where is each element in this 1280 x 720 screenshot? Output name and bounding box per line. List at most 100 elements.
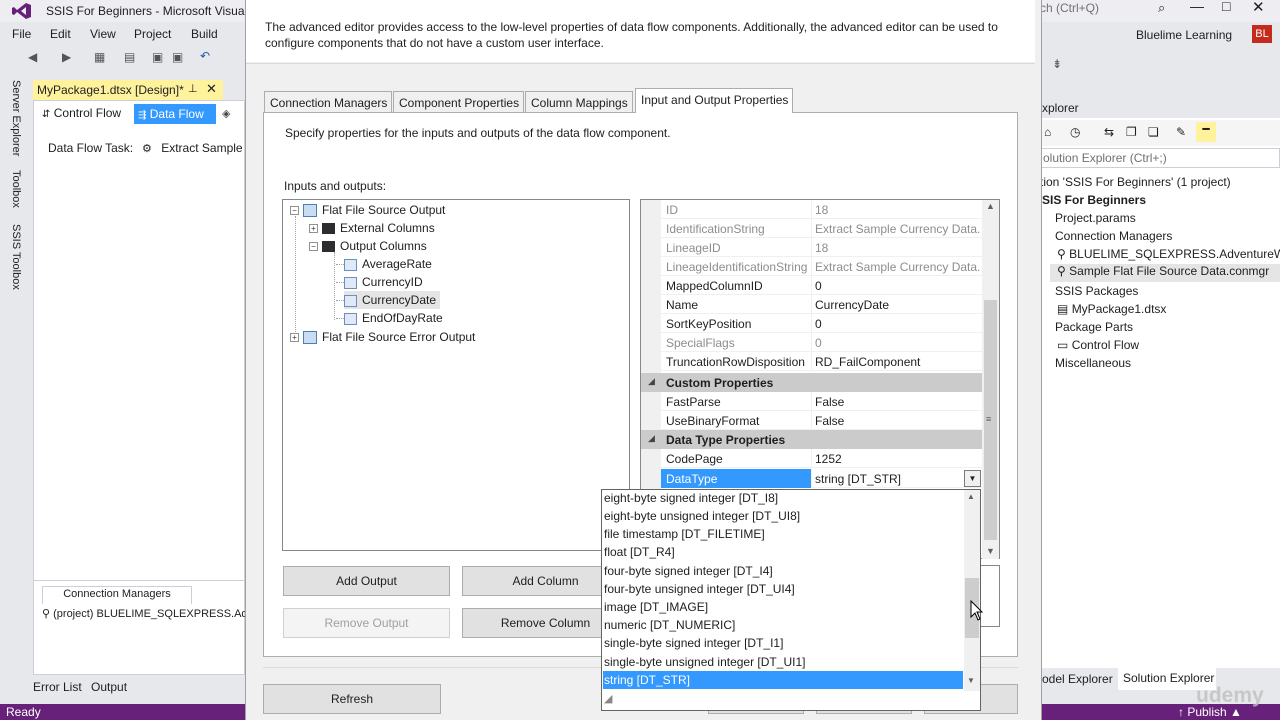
toolbar-overflow-icon[interactable]: ⇟ [1052, 57, 1062, 71]
package-node[interactable]: ▤ MyPackage1.dtsx [1057, 302, 1166, 316]
tree-node-column-selected[interactable]: CurrencyDate [344, 291, 440, 309]
tree-node-column[interactable]: CurrencyID [344, 273, 423, 291]
menu-build[interactable]: Build [191, 27, 218, 41]
tree-node-error-output[interactable]: + Flat File Source Error Output [290, 328, 475, 346]
scroll-up-icon[interactable]: ▲ [967, 492, 975, 501]
close-tab-icon[interactable]: ✕ [206, 81, 217, 97]
datatype-option[interactable]: float [DT_R4] [603, 543, 963, 561]
tree-node-output[interactable]: − Flat File Source Output [290, 201, 445, 219]
close-window-icon[interactable]: ✕ [1252, 0, 1265, 16]
resize-grip-icon[interactable]: ◢ [604, 692, 622, 708]
prop-row-lineageid[interactable]: LineageID 18 [661, 238, 982, 257]
conn-flatfile-node[interactable]: ⚲ Sample Flat File Source Data.conmgr [1050, 264, 1280, 282]
expand-toggle-icon[interactable]: + [309, 224, 318, 234]
menu-file[interactable]: File [12, 27, 31, 41]
prop-row-datatype[interactable]: DataType string [DT_STR] [661, 469, 982, 488]
pin-icon[interactable]: ⊥ [188, 82, 198, 95]
datatype-option[interactable]: eight-byte unsigned integer [DT_UI8] [603, 507, 963, 525]
control-flow-node[interactable]: ▭ Control Flow [1057, 338, 1139, 352]
refresh-button[interactable]: Refresh [263, 684, 441, 714]
undo-icon[interactable]: ↶ [200, 49, 210, 63]
save-all-icon[interactable]: ▣ [172, 50, 183, 64]
tab-control-flow[interactable]: ⇵ Control Flow [42, 106, 121, 120]
datatype-option[interactable]: image [DT_IMAGE] [603, 598, 963, 616]
tab-component-properties[interactable]: Component Properties [393, 91, 525, 113]
tab-output[interactable]: Output [91, 680, 127, 694]
collapse-toggle-icon[interactable]: − [290, 206, 299, 216]
home-icon[interactable]: ⌂ [1044, 125, 1051, 139]
event-handlers-icon[interactable]: ◈ [222, 107, 230, 120]
collapse-caret-icon[interactable]: ◢ [648, 433, 655, 444]
menu-view[interactable]: View [90, 27, 116, 41]
project-params-node[interactable]: Project.params [1055, 211, 1136, 225]
prop-row-mappedcolumnid[interactable]: MappedColumnID 0 [661, 276, 982, 295]
tab-column-mappings[interactable]: Column Mappings [525, 91, 633, 113]
toolbox-tab[interactable]: Toolbox [10, 170, 22, 208]
miscellaneous-node[interactable]: Miscellaneous [1055, 356, 1131, 370]
dropdown-arrow-icon[interactable]: ▼ [964, 470, 981, 487]
project-node[interactable]: SIS For Beginners [1042, 193, 1146, 207]
expand-toggle-icon[interactable]: + [290, 333, 299, 343]
account-avatar[interactable]: BL [1252, 25, 1272, 43]
solution-node[interactable]: tion 'SSIS For Beginners' (1 project) [1040, 175, 1231, 189]
server-explorer-tab[interactable]: Server Explorer [10, 80, 22, 156]
save-icon[interactable]: ▣ [152, 50, 163, 64]
preview-icon[interactable]: ━ [1196, 122, 1216, 142]
tree-node-column[interactable]: EndOfDayRate [344, 309, 443, 327]
connection-managers-node[interactable]: Connection Managers [1055, 229, 1172, 243]
datatype-select[interactable]: string [DT_STR] [815, 472, 981, 486]
scroll-down-icon[interactable]: ▼ [986, 546, 995, 556]
tab-error-list[interactable]: Error List [33, 680, 82, 694]
properties-wrench-icon[interactable]: ✎ [1176, 125, 1186, 139]
minimize-icon[interactable]: — [1190, 0, 1204, 14]
show-all-files-icon[interactable]: ❏ [1148, 125, 1159, 139]
forward-icon[interactable]: ▶ [62, 50, 71, 64]
search-icon[interactable]: ⌕ [1158, 0, 1165, 16]
datatype-option[interactable]: single-byte signed integer [DT_I1] [603, 634, 963, 652]
datatype-option[interactable]: single-byte unsigned integer [DT_UI1] [603, 653, 963, 671]
add-output-button[interactable]: Add Output [283, 566, 450, 596]
package-parts-node[interactable]: Package Parts [1055, 320, 1133, 334]
datatype-option[interactable]: file timestamp [DT_FILETIME] [603, 525, 963, 543]
datatype-option[interactable]: four-byte signed integer [DT_I4] [603, 562, 963, 580]
tab-data-flow[interactable]: ⇶ Data Flow [134, 104, 216, 124]
history-icon[interactable]: ◷ [1070, 125, 1080, 139]
menu-edit[interactable]: Edit [50, 27, 71, 41]
prop-row-identificationstring[interactable]: IdentificationString Extract Sample Curre… [661, 219, 982, 238]
category-custom-properties[interactable]: ◢ Custom Properties [641, 373, 982, 392]
tab-connection-managers[interactable]: Connection Managers [264, 91, 393, 113]
collapse-caret-icon[interactable]: ◢ [648, 376, 655, 387]
open-icon[interactable]: ▤ [124, 50, 135, 64]
tree-node-output-columns[interactable]: − Output Columns [309, 237, 427, 255]
collapse-icon[interactable]: ❐ [1126, 125, 1137, 139]
datatype-option[interactable]: four-byte unsigned integer [DT_UI4] [603, 580, 963, 598]
prop-row-id[interactable]: ID 18 [661, 200, 982, 219]
prop-row-specialflags[interactable]: SpecialFlags 0 [661, 333, 982, 352]
back-icon[interactable]: ◀ [28, 50, 37, 64]
prop-row-name[interactable]: Name CurrencyDate [661, 295, 982, 314]
connection-managers-tab[interactable]: Connection Managers [42, 586, 192, 604]
collapse-toggle-icon[interactable]: − [309, 242, 318, 252]
scroll-up-icon[interactable]: ▲ [986, 201, 995, 211]
tab-model-explorer[interactable]: odel Explorer [1040, 670, 1116, 690]
prop-row-sortkeyposition[interactable]: SortKeyPosition 0 [661, 314, 982, 333]
account-name[interactable]: Bluelime Learning [1136, 28, 1232, 42]
datatype-option[interactable]: eight-byte signed integer [DT_I8] [603, 489, 963, 507]
tab-input-output-properties[interactable]: Input and Output Properties [635, 88, 794, 113]
new-project-icon[interactable]: ▦ [94, 50, 105, 64]
remove-output-button[interactable]: Remove Output [283, 608, 450, 638]
ssis-toolbox-tab[interactable]: SSIS Toolbox [10, 224, 22, 290]
sync-icon[interactable]: ⇆ [1104, 125, 1114, 139]
scroll-down-icon[interactable]: ▼ [967, 676, 975, 685]
prop-row-usebinaryformat[interactable]: UseBinaryFormat False [661, 411, 982, 430]
menu-project[interactable]: Project [134, 27, 171, 41]
category-data-type-properties[interactable]: ◢ Data Type Properties [641, 430, 982, 449]
prop-row-lineageidentificationstring[interactable]: LineageIdentificationString Extract Sampl… [661, 257, 982, 276]
prop-row-codepage[interactable]: CodePage 1252 [661, 449, 982, 468]
conn-adventureworks-node[interactable]: ⚲ BLUELIME_SQLEXPRESS.AdventureWor [1057, 247, 1280, 261]
tree-node-column[interactable]: AverageRate [344, 255, 432, 273]
prop-row-fastparse[interactable]: FastParse False [661, 392, 982, 411]
connection-manager-item[interactable]: ⚲ (project) BLUELIME_SQLEXPRESS.Adve [42, 607, 259, 620]
tree-node-external-columns[interactable]: + External Columns [309, 219, 435, 237]
datatype-option[interactable]: numeric [DT_NUMERIC] [603, 616, 963, 634]
